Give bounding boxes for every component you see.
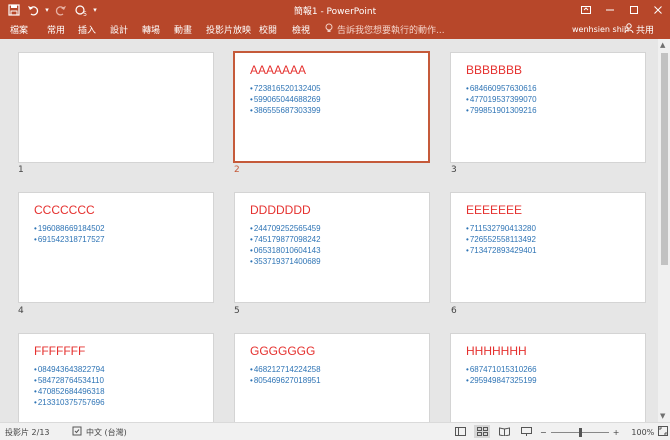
scrollbar-thumb[interactable]	[661, 53, 668, 265]
bullet-item: 386555687303399	[250, 105, 321, 116]
bullet-list: 084943643822794 584728764534110 47085268…	[34, 364, 105, 408]
slide-title: BBBBBBB	[466, 63, 523, 77]
slide-title: GGGGGGG	[250, 344, 316, 358]
zoom-out-button[interactable]: −	[540, 428, 547, 437]
bullet-list: 468212714224258 805469627018951	[250, 364, 321, 386]
slide-number: 1	[18, 165, 24, 175]
slide-title: DDDDDDD	[250, 203, 311, 217]
minimize-icon[interactable]	[598, 0, 622, 20]
tab-insert[interactable]: 插入	[78, 20, 96, 39]
bullet-item: 599065044688269	[250, 94, 321, 105]
slide-thumbnail[interactable]: BBBBBBB 684660957630616 477019537399070 …	[450, 52, 646, 163]
bullet-item: 726552558113492	[466, 234, 537, 245]
title-bar: ▾ 5 ▾ 簡報1 - PowerPoint	[0, 0, 670, 20]
bullet-item: 584728764534110	[34, 375, 105, 386]
tab-view[interactable]: 檢視	[292, 20, 310, 39]
normal-view-icon[interactable]	[452, 425, 468, 438]
bullet-list: 196088669184502 691542318717527	[34, 223, 105, 245]
bullet-item: 711532790413280	[466, 223, 537, 234]
slide-title: CCCCCCC	[34, 203, 95, 217]
bullet-item: 684660957630616	[466, 83, 537, 94]
language-indicator[interactable]: 中文 (台灣)	[72, 426, 127, 438]
tell-me-text: 告訴我您想要執行的動作...	[337, 26, 445, 36]
slide-title: HHHHHHH	[466, 344, 527, 358]
person-icon	[624, 23, 634, 36]
bullet-list: 684660957630616 477019537399070 79985190…	[466, 83, 537, 116]
bullet-item: 745179877098242	[250, 234, 321, 245]
slide-thumbnail[interactable]: HHHHHHH 687471015310266 295949847325199	[450, 333, 646, 422]
slide-show-icon[interactable]	[518, 425, 534, 438]
slide-thumbnail[interactable]	[18, 52, 214, 163]
slide-position: 投影片 2/13	[5, 428, 50, 437]
tab-home[interactable]: 常用	[47, 20, 65, 39]
bullet-item: 477019537399070	[466, 94, 537, 105]
slide-title: EEEEEEE	[466, 203, 523, 217]
share-button[interactable]: 共用	[624, 21, 664, 38]
zoom-slider-knob[interactable]	[578, 427, 582, 437]
slide-sorter-view-icon[interactable]	[474, 425, 490, 438]
reading-view-icon[interactable]	[496, 425, 512, 438]
scroll-up-icon[interactable]: ▲	[660, 41, 665, 49]
tab-transitions[interactable]: 轉場	[142, 20, 160, 39]
bullet-item: 084943643822794	[34, 364, 105, 375]
slide-thumbnail[interactable]: CCCCCCC 196088669184502 691542318717527	[18, 192, 214, 303]
status-bar: 投影片 2/13 中文 (台灣) − + 100%	[0, 422, 670, 440]
slide-number: 5	[234, 306, 240, 316]
slide-thumbnail[interactable]: DDDDDDD 244709252565459 745179877098242 …	[234, 192, 430, 303]
tab-animations[interactable]: 動畫	[174, 20, 192, 39]
slide-number: 6	[451, 306, 457, 316]
zoom-slider[interactable]	[550, 427, 609, 437]
slide-number: 3	[451, 165, 457, 175]
bullet-item: 470852684496318	[34, 386, 105, 397]
bullet-item: 691542318717527	[34, 234, 105, 245]
lightbulb-icon	[324, 23, 334, 36]
share-label: 共用	[636, 26, 655, 36]
zoom-in-button[interactable]: +	[613, 428, 620, 437]
slide-sorter: 1 AAAAAAA 723816520132405 59906504468826…	[0, 39, 670, 422]
scroll-down-icon[interactable]: ▼	[660, 412, 665, 420]
language-label: 中文 (台灣)	[86, 427, 127, 437]
bullet-item: 196088669184502	[34, 223, 105, 234]
bullet-item: 468212714224258	[250, 364, 321, 375]
bullet-list: 711532790413280 726552558113492 71347289…	[466, 223, 537, 256]
bullet-list: 244709252565459 745179877098242 06531801…	[250, 223, 321, 267]
user-name[interactable]: wenhsien shih	[572, 20, 629, 39]
bullet-item: 687471015310266	[466, 364, 537, 375]
bullet-item: 723816520132405	[250, 83, 321, 94]
bullet-item: 295949847325199	[466, 375, 537, 386]
bullet-item: 805469627018951	[250, 375, 321, 386]
vertical-scrollbar[interactable]: ▲ ▼	[658, 39, 670, 422]
ribbon-tab-bar: 檔案 常用 插入 設計 轉場 動畫 投影片放映 校閱 檢視 告訴我您想要執行的動…	[0, 20, 670, 39]
slide-title: FFFFFFF	[34, 344, 86, 358]
slide-thumbnail[interactable]: GGGGGGG 468212714224258 805469627018951	[234, 333, 430, 422]
bullet-item: 213310375757696	[34, 397, 105, 408]
zoom-control: − + 100%	[540, 426, 669, 438]
slide-number: 4	[18, 306, 24, 316]
tab-review[interactable]: 校閱	[259, 20, 277, 39]
proofing-icon	[72, 426, 82, 438]
tab-slide-show[interactable]: 投影片放映	[206, 20, 251, 39]
tell-me-box[interactable]: 告訴我您想要執行的動作...	[324, 20, 445, 39]
slide-number: 2	[234, 165, 240, 175]
close-icon[interactable]	[646, 0, 670, 20]
slide-title: AAAAAAA	[250, 63, 307, 77]
bullet-list: 723816520132405 599065044688269 38655568…	[250, 83, 321, 116]
tab-file[interactable]: 檔案	[10, 20, 28, 39]
window-title: 簡報1 - PowerPoint	[293, 7, 377, 17]
slide-thumbnail[interactable]: EEEEEEE 711532790413280 726552558113492 …	[450, 192, 646, 303]
bullet-item: 065318010604143	[250, 245, 321, 256]
bullet-item: 713472893429401	[466, 245, 537, 256]
ribbon-display-options-icon[interactable]	[574, 0, 598, 20]
bullet-list: 687471015310266 295949847325199	[466, 364, 537, 386]
slide-thumbnail-selected[interactable]: AAAAAAA 723816520132405 599065044688269 …	[233, 51, 430, 163]
maximize-icon[interactable]	[622, 0, 646, 20]
zoom-percentage[interactable]: 100%	[631, 428, 654, 437]
bullet-item: 799851901309216	[466, 105, 537, 116]
bullet-item: 244709252565459	[250, 223, 321, 234]
slide-thumbnail[interactable]: FFFFFFF 084943643822794 584728764534110 …	[18, 333, 214, 422]
fit-slide-icon[interactable]	[658, 426, 669, 438]
bullet-item: 353719371400689	[250, 256, 321, 267]
view-buttons	[452, 425, 534, 438]
tab-design[interactable]: 設計	[110, 20, 128, 39]
